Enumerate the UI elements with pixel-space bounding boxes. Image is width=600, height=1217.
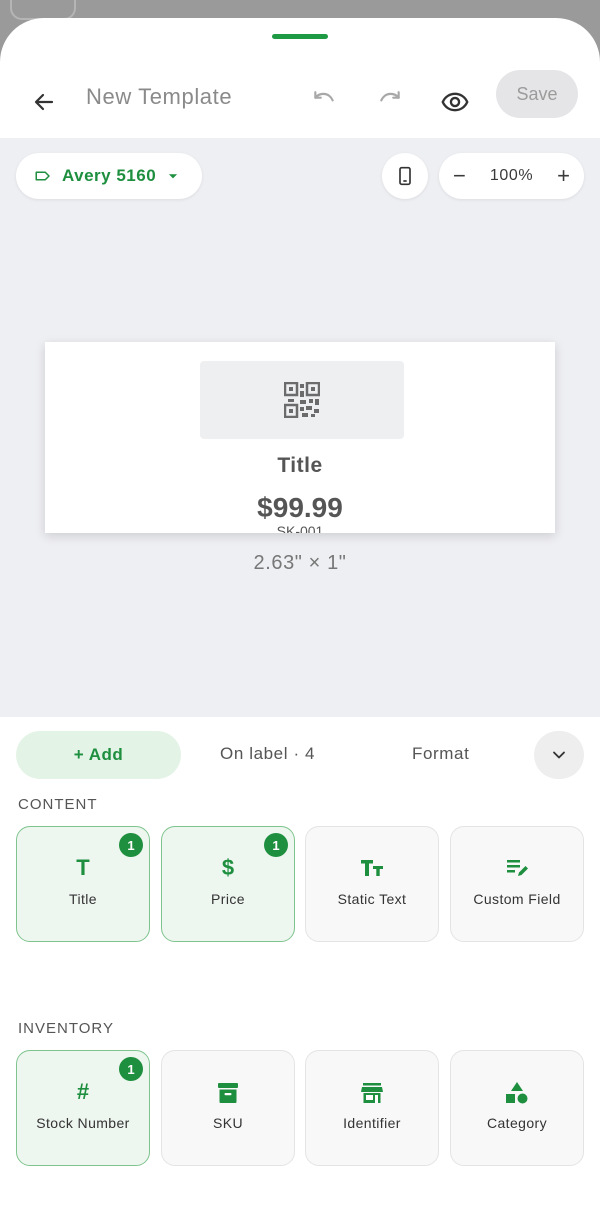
- panel-tabs: + Add On label · 4 Format: [0, 730, 600, 780]
- tab-format[interactable]: Format: [412, 744, 469, 764]
- preview-button[interactable]: [433, 80, 477, 124]
- arrow-left-icon: [34, 93, 54, 111]
- zoom-in-button[interactable]: +: [557, 165, 570, 187]
- count-badge: 1: [264, 833, 288, 857]
- label-type-dropdown[interactable]: Avery 5160: [16, 153, 202, 199]
- count-badge: 1: [119, 1057, 143, 1081]
- label-tag-icon: [35, 171, 50, 181]
- background-app-chip: [10, 0, 76, 20]
- field-tile-label: Stock Number: [36, 1115, 130, 1131]
- field-tile-static-text[interactable]: Static Text: [305, 826, 439, 942]
- zoom-control: − 100% +: [439, 153, 584, 199]
- storefront-icon: [361, 1083, 383, 1103]
- drag-handle[interactable]: [272, 34, 328, 39]
- qr-code-icon: [284, 382, 320, 418]
- field-tile-category[interactable]: Category: [450, 1050, 584, 1166]
- edit-note-icon: [507, 860, 528, 876]
- label-sku-text[interactable]: SK-001: [45, 523, 555, 533]
- dollar-icon: $: [221, 855, 235, 880]
- zoom-out-button[interactable]: −: [453, 165, 466, 187]
- zoom-level: 100%: [489, 167, 534, 184]
- template-editor-sheet: New Template Save Avery 5160 − 100% + Ti…: [0, 18, 600, 1217]
- field-tile-label: Category: [486, 1115, 547, 1131]
- redo-button[interactable]: [368, 80, 412, 124]
- count-badge: 1: [119, 833, 143, 857]
- field-tile-stock-number[interactable]: # Stock Number 1: [16, 1050, 150, 1166]
- field-tile-title[interactable]: T Title 1: [16, 826, 150, 942]
- caret-down-icon: [169, 174, 178, 179]
- field-tile-sku[interactable]: SKU: [161, 1050, 295, 1166]
- save-button[interactable]: Save: [496, 70, 578, 118]
- field-tile-price[interactable]: $ Price 1: [161, 826, 295, 942]
- shapes-icon: [506, 1082, 528, 1104]
- redo-icon: [380, 91, 400, 102]
- field-tile-custom-field[interactable]: Custom Field: [450, 826, 584, 942]
- label-preview[interactable]: Title $99.99 SK-001: [45, 342, 555, 533]
- qr-code-placeholder[interactable]: [200, 361, 404, 439]
- back-button[interactable]: [22, 80, 66, 124]
- preview-canvas: Avery 5160 − 100% + Title $99.99 SK-001 …: [0, 138, 600, 717]
- collapse-panel-button[interactable]: [534, 731, 584, 779]
- label-title-text[interactable]: Title: [45, 454, 555, 478]
- chevron-down-icon: [553, 751, 565, 759]
- label-price-text[interactable]: $99.99: [45, 492, 555, 524]
- field-tile-label: Static Text: [337, 891, 407, 907]
- undo-button[interactable]: [302, 80, 346, 124]
- tab-add[interactable]: + Add: [16, 731, 181, 779]
- top-bar: New Template Save: [0, 70, 600, 138]
- device-preview-button[interactable]: [382, 153, 428, 199]
- text-size-icon: [361, 860, 383, 876]
- section-heading-content: CONTENT: [18, 796, 98, 813]
- page-title: New Template: [86, 84, 233, 109]
- field-tile-label: Title: [69, 891, 97, 907]
- undo-icon: [314, 91, 334, 102]
- archive-box-icon: [218, 1083, 238, 1103]
- eye-icon: [441, 92, 469, 112]
- hash-icon: #: [76, 1079, 90, 1104]
- phone-icon: [399, 166, 411, 186]
- tab-on-label[interactable]: On label · 4: [220, 744, 315, 764]
- section-heading-inventory: INVENTORY: [18, 1020, 114, 1037]
- field-tile-label: Identifier: [343, 1115, 401, 1131]
- label-type-name: Avery 5160: [62, 166, 157, 185]
- field-tile-label: Price: [211, 891, 245, 907]
- field-tile-identifier[interactable]: Identifier: [305, 1050, 439, 1166]
- field-tile-label: SKU: [213, 1115, 243, 1131]
- label-dimensions: 2.63" × 1": [253, 552, 347, 574]
- title-t-icon: T: [76, 855, 90, 880]
- field-tile-label: Custom Field: [473, 891, 561, 907]
